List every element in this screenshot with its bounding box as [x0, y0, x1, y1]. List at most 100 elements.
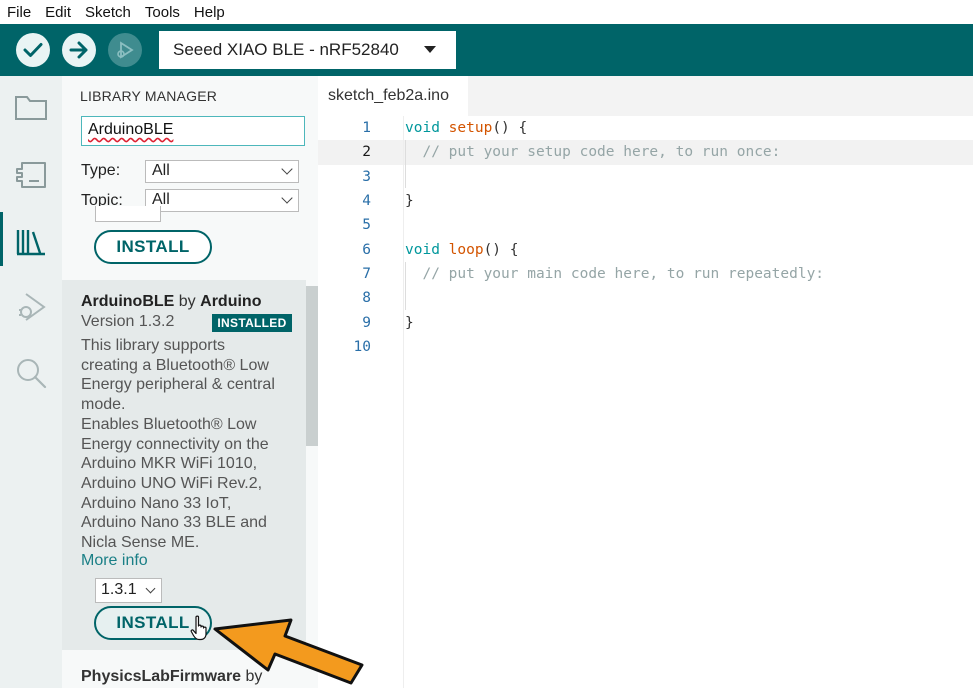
- more-info-link[interactable]: More info: [81, 552, 148, 570]
- code-rest: () {: [483, 241, 519, 258]
- code-line: 8: [318, 286, 973, 310]
- panel-scrollbar[interactable]: [306, 286, 318, 446]
- activity-bar: [0, 76, 62, 688]
- code-rest: () {: [492, 120, 528, 137]
- upload-button[interactable]: [62, 33, 96, 67]
- line-number: 10: [353, 338, 371, 355]
- previous-version-select[interactable]: [95, 206, 161, 222]
- search-value: ArduinoBLE: [88, 121, 174, 138]
- line-number: 6: [362, 241, 371, 258]
- indent-guide: [405, 140, 406, 188]
- library-search-input[interactable]: ArduinoBLE: [81, 116, 305, 146]
- version-select[interactable]: 1.3.1: [95, 578, 162, 603]
- menu-edit[interactable]: Edit: [45, 4, 71, 21]
- code-line: 9 }: [318, 310, 973, 334]
- arrow-right-icon: [69, 41, 88, 59]
- description-line: creating a Bluetooth® Low: [81, 356, 269, 374]
- code-text: }: [405, 193, 414, 210]
- board-selector[interactable]: Seeed XIAO BLE - nRF52840: [159, 31, 456, 69]
- line-number: 4: [362, 193, 371, 210]
- type-filter-value: All: [152, 162, 170, 179]
- debug-button[interactable]: [108, 33, 142, 67]
- line-number: 1: [362, 120, 371, 137]
- menu-sketch[interactable]: Sketch: [85, 4, 131, 21]
- library-card-arduinoble: ArduinoBLE by Arduino Version 1.3.2 INST…: [62, 280, 306, 650]
- line-number: 7: [362, 265, 371, 282]
- indent-guide: [405, 262, 406, 310]
- menu-bar: File Edit Sketch Tools Help: [0, 0, 973, 24]
- board-name: Seeed XIAO BLE - nRF52840: [173, 40, 399, 59]
- panel-title: LIBRARY MANAGER: [80, 88, 218, 104]
- library-name-line: ArduinoBLE by Arduino: [81, 293, 261, 311]
- boards-manager-button[interactable]: [12, 156, 50, 194]
- description-line: mode.: [81, 396, 126, 414]
- editor-tab-strip: sketch_feb2a.ino: [318, 76, 973, 116]
- code-comment: // put your setup code here, to run once…: [405, 144, 781, 161]
- code-line: 3: [318, 165, 973, 189]
- check-icon: [23, 43, 43, 57]
- search-icon: [17, 359, 47, 389]
- line-number: 2: [362, 144, 371, 161]
- folder-icon: [15, 96, 47, 120]
- chevron-down-icon: [281, 192, 293, 204]
- previous-install-button[interactable]: INSTALL: [94, 230, 212, 264]
- installed-badge: INSTALLED: [212, 314, 292, 332]
- description-line: Arduino UNO WiFi Rev.2,: [81, 474, 263, 492]
- sketchbook-button[interactable]: [12, 88, 50, 126]
- version-select-value: 1.3.1: [101, 581, 137, 598]
- chevron-down-icon: [424, 46, 436, 53]
- installed-version: Version 1.3.2: [81, 313, 175, 330]
- code-text: void loop() {: [405, 242, 519, 258]
- line-number: 3: [362, 168, 371, 185]
- library-by: by: [178, 293, 196, 310]
- line-number: 9: [362, 314, 371, 331]
- verify-button[interactable]: [16, 33, 50, 67]
- tab-sketch[interactable]: sketch_feb2a.ino: [318, 76, 468, 116]
- code-line: 5: [318, 213, 973, 237]
- code-text: }: [405, 314, 414, 331]
- line-number: 8: [362, 290, 371, 307]
- description-line: Enables Bluetooth® Low: [81, 415, 257, 433]
- menu-help[interactable]: Help: [194, 4, 225, 21]
- menu-file[interactable]: File: [7, 4, 31, 21]
- topic-filter-select[interactable]: All: [145, 189, 299, 212]
- debugger-icon: [117, 41, 134, 59]
- library-name: ArduinoBLE: [81, 293, 175, 310]
- code-line: 1 void setup() {: [318, 116, 973, 140]
- function-name: loop: [448, 241, 484, 258]
- type-filter-select[interactable]: All: [145, 160, 299, 183]
- search-button[interactable]: [12, 354, 50, 392]
- description-line: Arduino Nano 33 IoT,: [81, 494, 232, 512]
- library-icon: [16, 230, 45, 256]
- code-line-active: 2 // put your setup code here, to run on…: [318, 140, 973, 165]
- chevron-down-icon: [145, 583, 156, 594]
- menu-tools[interactable]: Tools: [145, 4, 180, 21]
- line-number: 5: [362, 217, 371, 234]
- code-line: 6 void loop() {: [318, 238, 973, 262]
- code-line: 4 }: [318, 189, 973, 213]
- type-filter-label: Type:: [81, 162, 121, 179]
- function-name: setup: [448, 120, 493, 137]
- toolbar: Seeed XIAO BLE - nRF52840: [0, 24, 973, 76]
- keyword: void: [405, 120, 440, 137]
- description-line: Arduino MKR WiFi 1010,: [81, 455, 258, 473]
- code-comment: // put your main code here, to run repea…: [405, 265, 825, 282]
- active-indicator: [0, 212, 3, 266]
- debug-panel-button[interactable]: [12, 288, 50, 326]
- keyword: void: [405, 241, 440, 258]
- code-editor[interactable]: 1 void setup() { 2 // put your setup cod…: [318, 116, 973, 688]
- description-line: Nicla Sense ME.: [81, 534, 200, 552]
- library-author: Arduino: [200, 293, 262, 310]
- code-line: 7 // put your main code here, to run rep…: [318, 262, 973, 286]
- code-line: 10: [318, 335, 973, 359]
- description-line: Energy connectivity on the: [81, 435, 269, 453]
- gutter-divider: [403, 116, 404, 688]
- library-description: This library supports creating a Bluetoo…: [81, 336, 301, 553]
- library-manager-button[interactable]: [12, 222, 50, 260]
- description-line: Energy peripheral & central: [81, 376, 275, 394]
- board-icon: [16, 162, 46, 188]
- debug-icon: [19, 293, 46, 321]
- annotation-arrow-icon: [213, 618, 364, 685]
- description-line: Arduino Nano 33 BLE and: [81, 514, 267, 532]
- description-line: This library supports: [81, 337, 226, 354]
